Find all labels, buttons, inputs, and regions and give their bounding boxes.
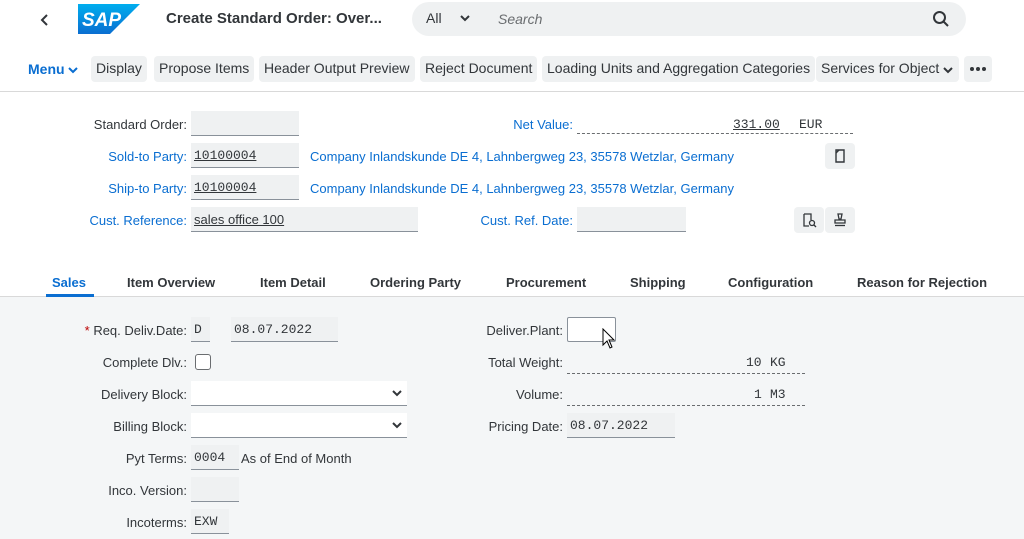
shell-bar: SAP Create Standard Order: Over... All S… — [0, 0, 1024, 38]
billing-block-label: Billing Block: — [113, 419, 187, 434]
search-input[interactable]: Search — [498, 11, 542, 27]
inco-version-field[interactable] — [191, 477, 239, 502]
back-button[interactable] — [34, 9, 56, 31]
mouse-cursor-icon — [602, 328, 616, 349]
cust-reference-field[interactable]: sales office 100 — [191, 207, 418, 232]
volume-value: 1 — [754, 387, 762, 402]
search-scope[interactable]: All — [426, 10, 442, 26]
net-value-currency: EUR — [799, 117, 823, 132]
net-value-underline — [577, 133, 853, 134]
stamp-icon — [834, 213, 846, 227]
sold-to-value: 10100004 — [194, 148, 257, 163]
tab-sales[interactable]: Sales — [52, 275, 86, 290]
tab-configuration[interactable]: Configuration — [728, 275, 813, 290]
tab-procurement[interactable]: Procurement — [506, 275, 586, 290]
cust-reference-label[interactable]: Cust. Reference: — [89, 213, 187, 228]
overflow-button[interactable] — [964, 56, 992, 82]
req-deliv-date-field[interactable]: 08.07.2022 — [231, 317, 338, 342]
chevron-down-icon — [392, 422, 402, 429]
chevron-down-icon[interactable] — [458, 11, 472, 25]
search-box[interactable]: All Search — [412, 2, 966, 36]
pyt-terms-text: As of End of Month — [241, 451, 352, 466]
services-for-object-label: Services for Object — [821, 60, 940, 76]
reject-document-button[interactable]: Reject Document — [420, 56, 538, 82]
tab-item-detail[interactable]: Item Detail — [260, 275, 326, 290]
chevron-left-icon — [40, 14, 48, 26]
delivery-block-label: Delivery Block: — [101, 387, 187, 402]
required-marker: * — [84, 323, 90, 338]
cust-ref-date-field[interactable] — [577, 207, 686, 232]
req-deliv-date-type-field[interactable]: D — [191, 317, 210, 342]
display-button[interactable]: Display — [91, 56, 147, 82]
copy-icon — [835, 149, 845, 163]
ship-to-value: 10100004 — [194, 180, 257, 195]
loading-units-button[interactable]: Loading Units and Aggregation Categories — [542, 56, 816, 82]
cust-ref-date-label[interactable]: Cust. Ref. Date: — [481, 213, 573, 228]
total-weight-underline — [567, 373, 805, 374]
tab-ordering-party[interactable]: Ordering Party — [370, 275, 461, 290]
document-search-icon — [803, 213, 817, 228]
delivery-block-select[interactable] — [191, 381, 407, 406]
sold-to-address[interactable]: Company Inlandskunde DE 4, Lahnbergweg 2… — [310, 149, 734, 164]
services-for-object-button[interactable]: Services for Object — [816, 56, 960, 82]
complete-dlv-checkbox[interactable] — [195, 354, 211, 370]
search-icon[interactable] — [932, 10, 950, 28]
total-weight-unit: KG — [770, 355, 786, 370]
volume-unit: M3 — [770, 387, 786, 402]
pyt-terms-field[interactable]: 0004 — [191, 445, 239, 470]
ship-to-address[interactable]: Company Inlandskunde DE 4, Lahnbergweg 2… — [310, 181, 734, 196]
total-weight-value: 10 — [746, 355, 762, 370]
req-deliv-date-label-text: Req. Deliv.Date: — [93, 323, 187, 338]
stamp-button[interactable] — [825, 207, 855, 233]
volume-label: Volume: — [516, 387, 563, 402]
standard-order-label: Standard Order: — [93, 117, 187, 132]
chevron-down-icon — [392, 390, 402, 397]
copy-button[interactable] — [825, 143, 855, 169]
complete-dlv-label: Complete Dlv.: — [102, 355, 187, 370]
app-title: Create Standard Order: Over... — [166, 10, 382, 27]
cust-reference-value: sales office 100 — [194, 212, 285, 227]
total-weight-label: Total Weight: — [488, 355, 563, 370]
net-value-label[interactable]: Net Value: — [513, 117, 573, 132]
pricing-date-label: Pricing Date: — [488, 419, 563, 434]
sold-to-field[interactable]: 10100004 — [191, 143, 299, 168]
ship-to-field[interactable]: 10100004 — [191, 175, 299, 200]
chevron-down-icon — [943, 67, 953, 74]
net-value: 331.00 — [733, 117, 780, 132]
volume-underline — [567, 405, 805, 406]
toolbar: Menu Display Propose Items Header Output… — [0, 54, 1024, 84]
incoterms-label: Incoterms: — [126, 515, 187, 530]
ship-to-label[interactable]: Ship-to Party: — [108, 181, 187, 196]
standard-order-field[interactable] — [191, 111, 299, 136]
tab-shipping[interactable]: Shipping — [630, 275, 686, 290]
inco-version-label: Inco. Version: — [108, 483, 187, 498]
sap-logo-text: SAP — [82, 10, 121, 31]
req-deliv-date-label: * Req. Deliv.Date: — [85, 323, 187, 338]
tab-item-overview[interactable]: Item Overview — [127, 275, 215, 290]
sold-to-label[interactable]: Sold-to Party: — [108, 149, 187, 164]
billing-block-select[interactable] — [191, 413, 407, 438]
pyt-terms-label: Pyt Terms: — [125, 451, 187, 466]
sap-logo[interactable]: SAP — [78, 4, 140, 34]
incoterms-field[interactable]: EXW — [191, 509, 229, 534]
divider — [0, 91, 1024, 92]
tab-bar: Sales Item Overview Item Detail Ordering… — [0, 271, 1024, 297]
propose-items-button[interactable]: Propose Items — [154, 56, 255, 82]
tab-reason-for-rejection[interactable]: Reason for Rejection — [857, 275, 987, 290]
document-search-button[interactable] — [794, 207, 824, 233]
pricing-date-field[interactable]: 08.07.2022 — [567, 413, 675, 438]
deliver-plant-label: Deliver.Plant: — [486, 323, 563, 338]
more-icon — [970, 67, 986, 71]
menu-button[interactable]: Menu — [28, 61, 65, 77]
header-output-preview-button[interactable]: Header Output Preview — [259, 56, 415, 82]
chevron-down-icon[interactable] — [67, 64, 79, 76]
